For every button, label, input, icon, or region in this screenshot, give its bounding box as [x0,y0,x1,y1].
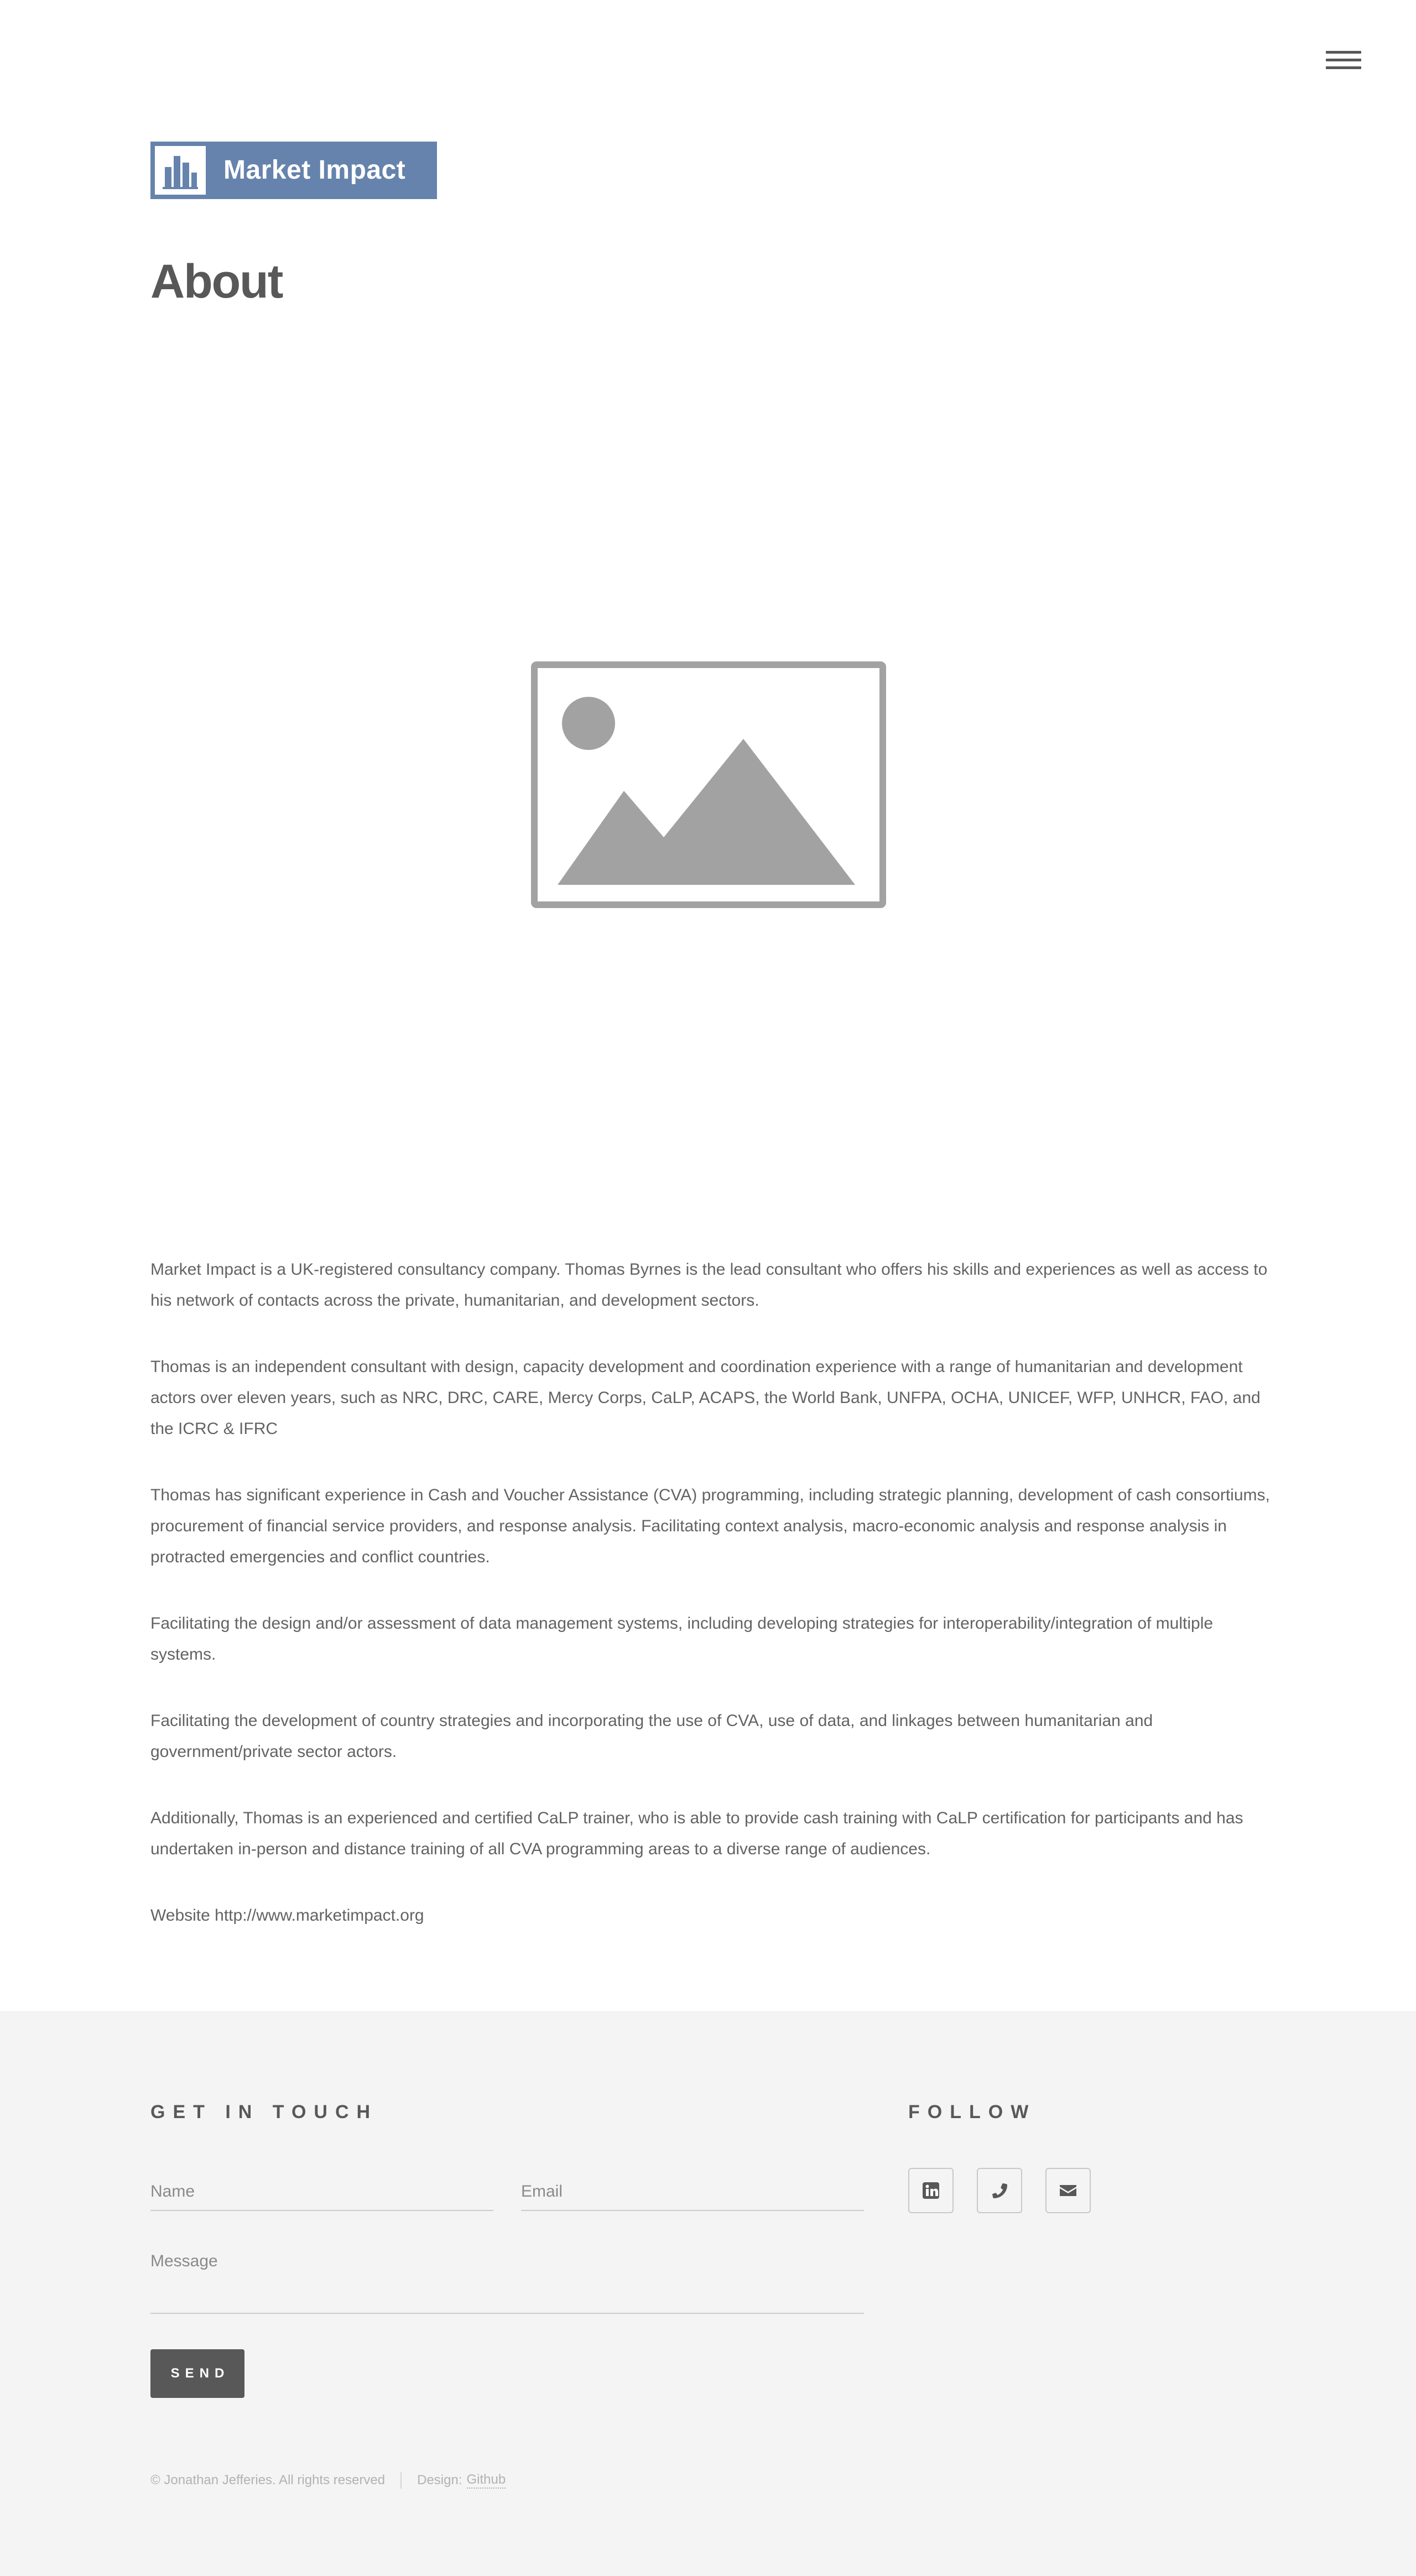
email-field[interactable] [521,2182,864,2211]
copyright-bar: © Jonathan Jefferies. All rights reserve… [150,2472,506,2489]
paragraph: Facilitating the development of country … [150,1712,1153,1761]
phone-icon [992,2183,1007,2198]
send-button[interactable]: SEND [150,2349,244,2398]
phone-link[interactable] [977,2168,1022,2213]
paragraph: Thomas is an independent consultant with… [150,1358,1261,1438]
design-label: Design: [417,2473,462,2488]
paragraph: Additionally, Thomas is an experienced a… [150,1809,1243,1858]
bar-chart-logo-icon [153,144,208,197]
divider [400,2472,402,2489]
follow-heading: FOLLOW [908,2102,1037,2123]
email-link[interactable] [1045,2168,1091,2213]
logo-text: Market Impact [223,155,406,185]
logo[interactable]: Market Impact [150,142,437,199]
paragraph: Thomas has significant experience in Cas… [150,1486,1270,1566]
about-content: Market Impact is a UK-registered consult… [150,1254,1279,1967]
copyright-text: © Jonathan Jefferies. All rights reserve… [150,2473,386,2488]
envelope-icon [1060,2185,1076,2196]
paragraph: Facilitating the design and/or assessmen… [150,1614,1214,1664]
linkedin-link[interactable] [908,2168,954,2213]
website-line: Website http://www.marketimpact.org [150,1906,424,1925]
github-link[interactable]: Github [466,2472,506,2489]
linkedin-icon [923,2182,939,2199]
menu-button[interactable] [1325,48,1363,75]
name-field[interactable] [150,2182,493,2211]
page-title: About [150,255,283,308]
paragraph: Market Impact is a UK-registered consult… [150,1260,1268,1310]
message-field[interactable] [150,2252,864,2314]
hamburger-menu-icon [1326,51,1361,54]
image-placeholder-icon [531,661,886,908]
get-in-touch-heading: GET IN TOUCH [150,2102,378,2123]
